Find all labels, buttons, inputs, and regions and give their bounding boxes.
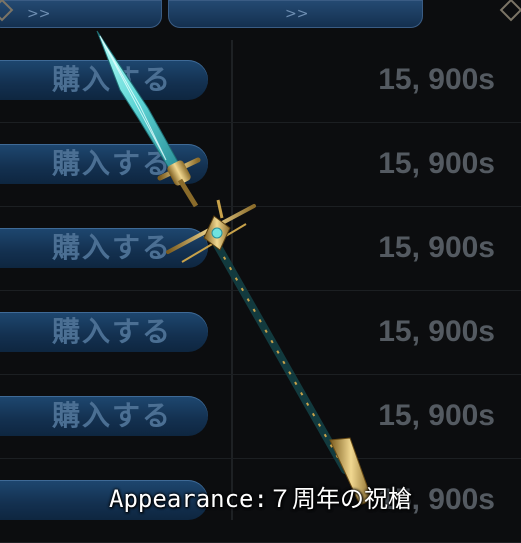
list-item: ◎ 購入する 15, 900s	[0, 292, 521, 375]
buy-button[interactable]: 購入する	[0, 396, 208, 436]
price-label: 15, 900s	[378, 63, 495, 96]
appearance-caption: Appearance:７周年の祝槍	[109, 485, 412, 513]
price-label: 15, 900s	[378, 147, 495, 180]
list-item: ◎ 購入する 15, 900s	[0, 124, 521, 207]
shop-list: ◎ 購入する 15, 900s ◎ 購入する 15, 900s ◎ 購入する 1…	[0, 40, 521, 543]
corner-ornament-icon	[499, 0, 521, 22]
tab-label: >>	[285, 6, 309, 22]
buy-button[interactable]: 購入する	[0, 312, 208, 352]
list-item: ◎ 購入する 15, 900s	[0, 40, 521, 123]
buy-button[interactable]: 購入する	[0, 228, 208, 268]
tab-previous[interactable]: >>	[0, 0, 162, 28]
tab-bar: >> >>	[0, 0, 521, 30]
list-item: ◎ 購入する 15, 900s	[0, 376, 521, 459]
tab-next[interactable]: >>	[168, 0, 423, 28]
price-label: 15, 900s	[378, 399, 495, 432]
buy-button[interactable]: 購入する	[0, 144, 208, 184]
shop-window: >> >> ◎ 購入する 15, 900s ◎ 購入する 15, 900s ◎ …	[0, 0, 521, 543]
price-label: 15, 900s	[378, 231, 495, 264]
tab-label: >>	[27, 6, 51, 22]
price-label: 15, 900s	[378, 315, 495, 348]
list-item: ◎ 購入する 15, 900s	[0, 208, 521, 291]
buy-button[interactable]: 購入する	[0, 60, 208, 100]
